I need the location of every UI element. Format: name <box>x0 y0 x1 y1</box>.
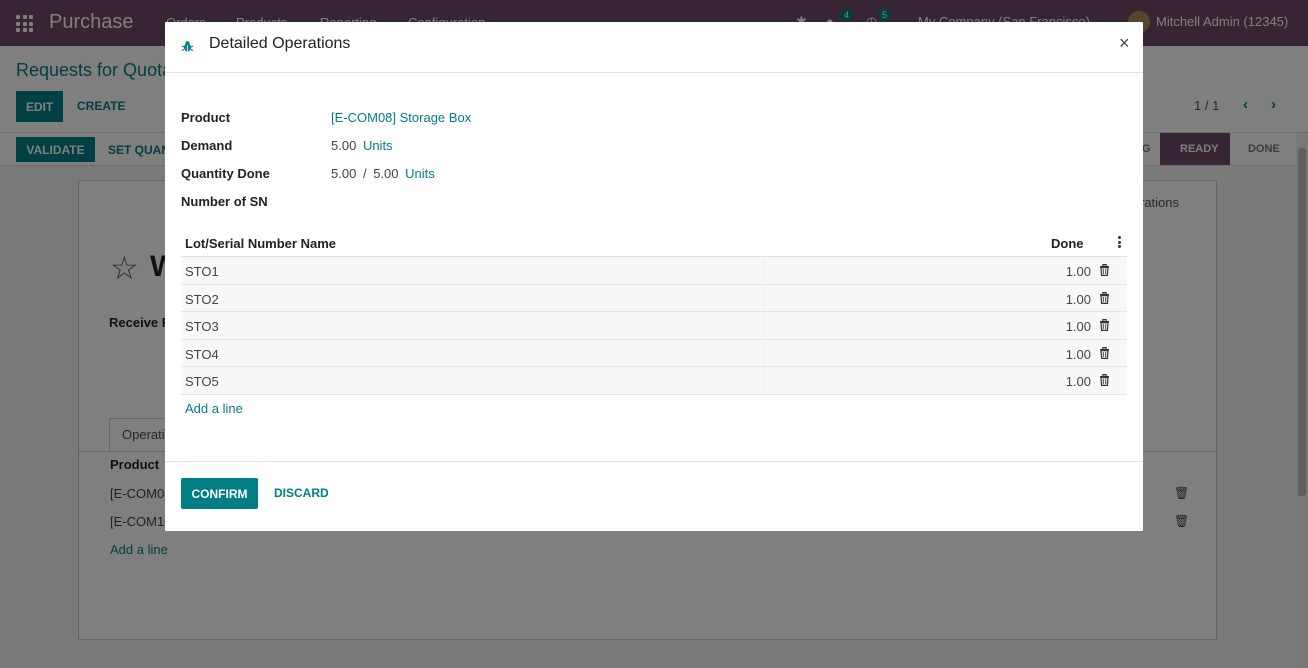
lot-serial-column-header[interactable]: Lot/Serial Number Name <box>185 236 336 251</box>
table-row[interactable]: STO3 1.00 <box>181 312 1127 340</box>
quantity-done-label: Quantity Done <box>181 166 270 181</box>
confirm-button[interactable]: CONFIRM <box>181 478 258 509</box>
cell-divider <box>763 314 764 337</box>
done-quantity[interactable]: 1.00 <box>1066 292 1091 307</box>
demand-value: 5.00 Units <box>331 138 393 153</box>
dialog-title: Detailed Operations <box>209 35 351 52</box>
lot-serial-name[interactable]: STO1 <box>185 264 219 279</box>
quantity-uom-link[interactable]: Units <box>405 166 435 181</box>
trash-icon[interactable] <box>1099 374 1110 389</box>
detailed-operations-dialog: Detailed Operations × Product [E-COM08] … <box>165 22 1143 531</box>
table-row[interactable]: STO1 1.00 <box>181 257 1127 285</box>
bug-icon <box>181 40 194 56</box>
trash-icon[interactable] <box>1099 319 1110 334</box>
number-of-sn-label: Number of SN <box>181 194 268 209</box>
product-label: Product <box>181 110 231 125</box>
lot-serial-table: Lot/Serial Number Name Done STO1 1.00 STO2… <box>181 230 1127 395</box>
cell-divider <box>763 341 764 365</box>
cell-divider <box>763 286 764 310</box>
demand-uom-link[interactable]: Units <box>363 138 393 153</box>
trash-icon[interactable] <box>1099 264 1110 279</box>
table-row[interactable]: STO2 1.00 <box>181 284 1127 312</box>
lot-serial-name[interactable]: STO3 <box>185 319 219 334</box>
quantity-done-value: 5.00 / 5.00 Units <box>331 166 435 181</box>
table-row[interactable]: STO5 1.00 <box>181 367 1127 395</box>
done-quantity[interactable]: 1.00 <box>1066 264 1091 279</box>
close-icon[interactable]: × <box>1119 33 1130 54</box>
cell-divider <box>763 259 764 282</box>
done-quantity[interactable]: 1.00 <box>1066 347 1091 362</box>
done-quantity[interactable]: 1.00 <box>1066 374 1091 389</box>
cell-divider <box>763 369 764 392</box>
demand-quantity: 5.00 <box>331 138 357 153</box>
lot-serial-name[interactable]: STO2 <box>185 292 219 307</box>
dialog-header: Detailed Operations × <box>165 22 1143 73</box>
quantity-separator: / <box>362 166 367 181</box>
done-column-header[interactable]: Done <box>1051 236 1084 251</box>
trash-icon[interactable] <box>1099 291 1110 307</box>
table-header: Lot/Serial Number Name Done <box>181 230 1127 257</box>
quantity-total: 5.00 <box>373 166 399 181</box>
optional-columns-icon[interactable] <box>1118 236 1122 250</box>
demand-label: Demand <box>181 138 233 153</box>
discard-button[interactable]: DISCARD <box>274 486 329 500</box>
lot-serial-name[interactable]: STO4 <box>185 347 219 362</box>
trash-icon[interactable] <box>1099 346 1110 362</box>
dialog-footer: CONFIRM DISCARD <box>165 461 1143 531</box>
done-quantity[interactable]: 1.00 <box>1066 319 1091 334</box>
quantity-done: 5.00 <box>331 166 357 181</box>
lot-serial-name[interactable]: STO5 <box>185 374 219 389</box>
table-row[interactable]: STO4 1.00 <box>181 339 1127 367</box>
product-link[interactable]: [E-COM08] Storage Box <box>331 110 471 125</box>
add-line-link[interactable]: Add a line <box>185 401 243 416</box>
